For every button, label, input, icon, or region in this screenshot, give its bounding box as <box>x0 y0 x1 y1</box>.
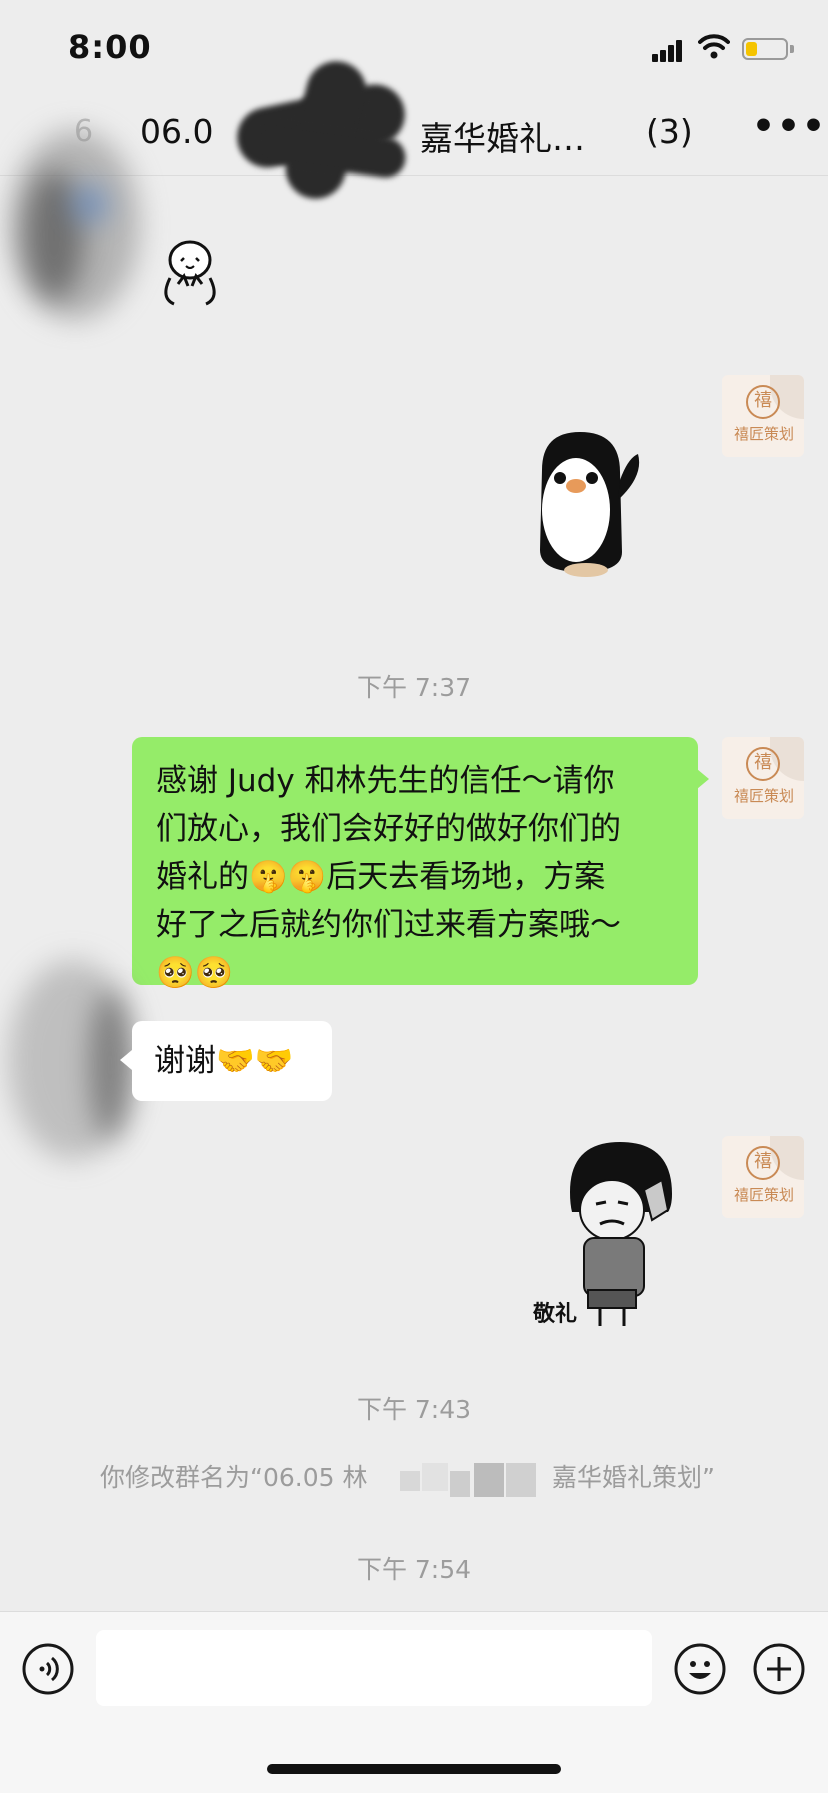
logo-char: 禧 <box>746 385 780 419</box>
timestamp: 下午 7:54 <box>356 1555 472 1584</box>
chat-title-right: 嘉华婚礼… <box>420 119 585 158</box>
system-message-left: 你修改群名为“06.05 林 <box>100 1463 368 1492</box>
message-line: 们放心，我们会好好的做好你们的 <box>156 811 621 847</box>
shy-sticker <box>164 240 216 306</box>
salute-caption: 敬礼 <box>533 1302 578 1327</box>
message-line: 婚礼的🤫🤫后天去看场地，方案 <box>156 859 606 895</box>
message-line: 🥺🥺 <box>156 955 234 991</box>
status-time: 8:00 <box>68 28 152 66</box>
battery-tip <box>790 45 794 53</box>
timestamp: 下午 7:37 <box>356 673 472 702</box>
salute-sticker <box>570 1142 672 1326</box>
logo-char: 禧 <box>746 1146 780 1180</box>
system-message-right: 嘉华婚礼策划” <box>552 1463 715 1492</box>
emoji-icon[interactable] <box>674 1643 726 1695</box>
sent-message-bubble[interactable]: 感谢 Judy 和林先生的信任～请你 们放心，我们会好好的做好你们的 婚礼的🤫🤫… <box>132 737 698 991</box>
more-icon[interactable]: ••• <box>752 106 827 147</box>
redaction-scribble <box>231 54 416 206</box>
logo-text: 禧匠策划 <box>733 1186 794 1204</box>
avatar-right-2[interactable]: 禧 禧匠策划 <box>722 737 804 819</box>
message-input[interactable] <box>96 1630 652 1706</box>
pixelated-redaction <box>400 1463 540 1497</box>
penguin-sticker <box>540 432 640 577</box>
sent-bubble-tail <box>697 769 709 789</box>
member-count: (3) <box>646 112 693 151</box>
chat-title-left: 06.0 <box>140 112 214 151</box>
voice-icon[interactable] <box>22 1643 74 1695</box>
received-message-text: 谢谢🤝🤝 <box>154 1043 294 1079</box>
logo-text: 禧匠策划 <box>733 425 794 443</box>
message-line: 好了之后就约你们过来看方案哦～ <box>156 907 621 943</box>
plus-icon[interactable] <box>753 1643 805 1695</box>
avatar-right-3[interactable]: 禧 禧匠策划 <box>722 1136 804 1218</box>
blurred-avatar-top-dark <box>24 170 84 300</box>
cellular-signal-icon <box>652 38 690 62</box>
logo-char: 禧 <box>746 747 780 781</box>
avatar-right-1[interactable]: 禧 禧匠策划 <box>722 375 804 457</box>
home-indicator <box>267 1764 561 1774</box>
received-message-bubble[interactable]: 谢谢🤝🤝 <box>132 1021 332 1101</box>
battery-icon <box>742 38 788 60</box>
logo-text: 禧匠策划 <box>733 787 794 805</box>
received-bubble-tail <box>120 1050 132 1070</box>
message-line: 感谢 Judy 和林先生的信任～请你 <box>156 763 615 799</box>
timestamp: 下午 7:43 <box>356 1395 472 1424</box>
wifi-icon <box>698 34 730 59</box>
blurred-avatar-top-blue <box>72 186 108 222</box>
